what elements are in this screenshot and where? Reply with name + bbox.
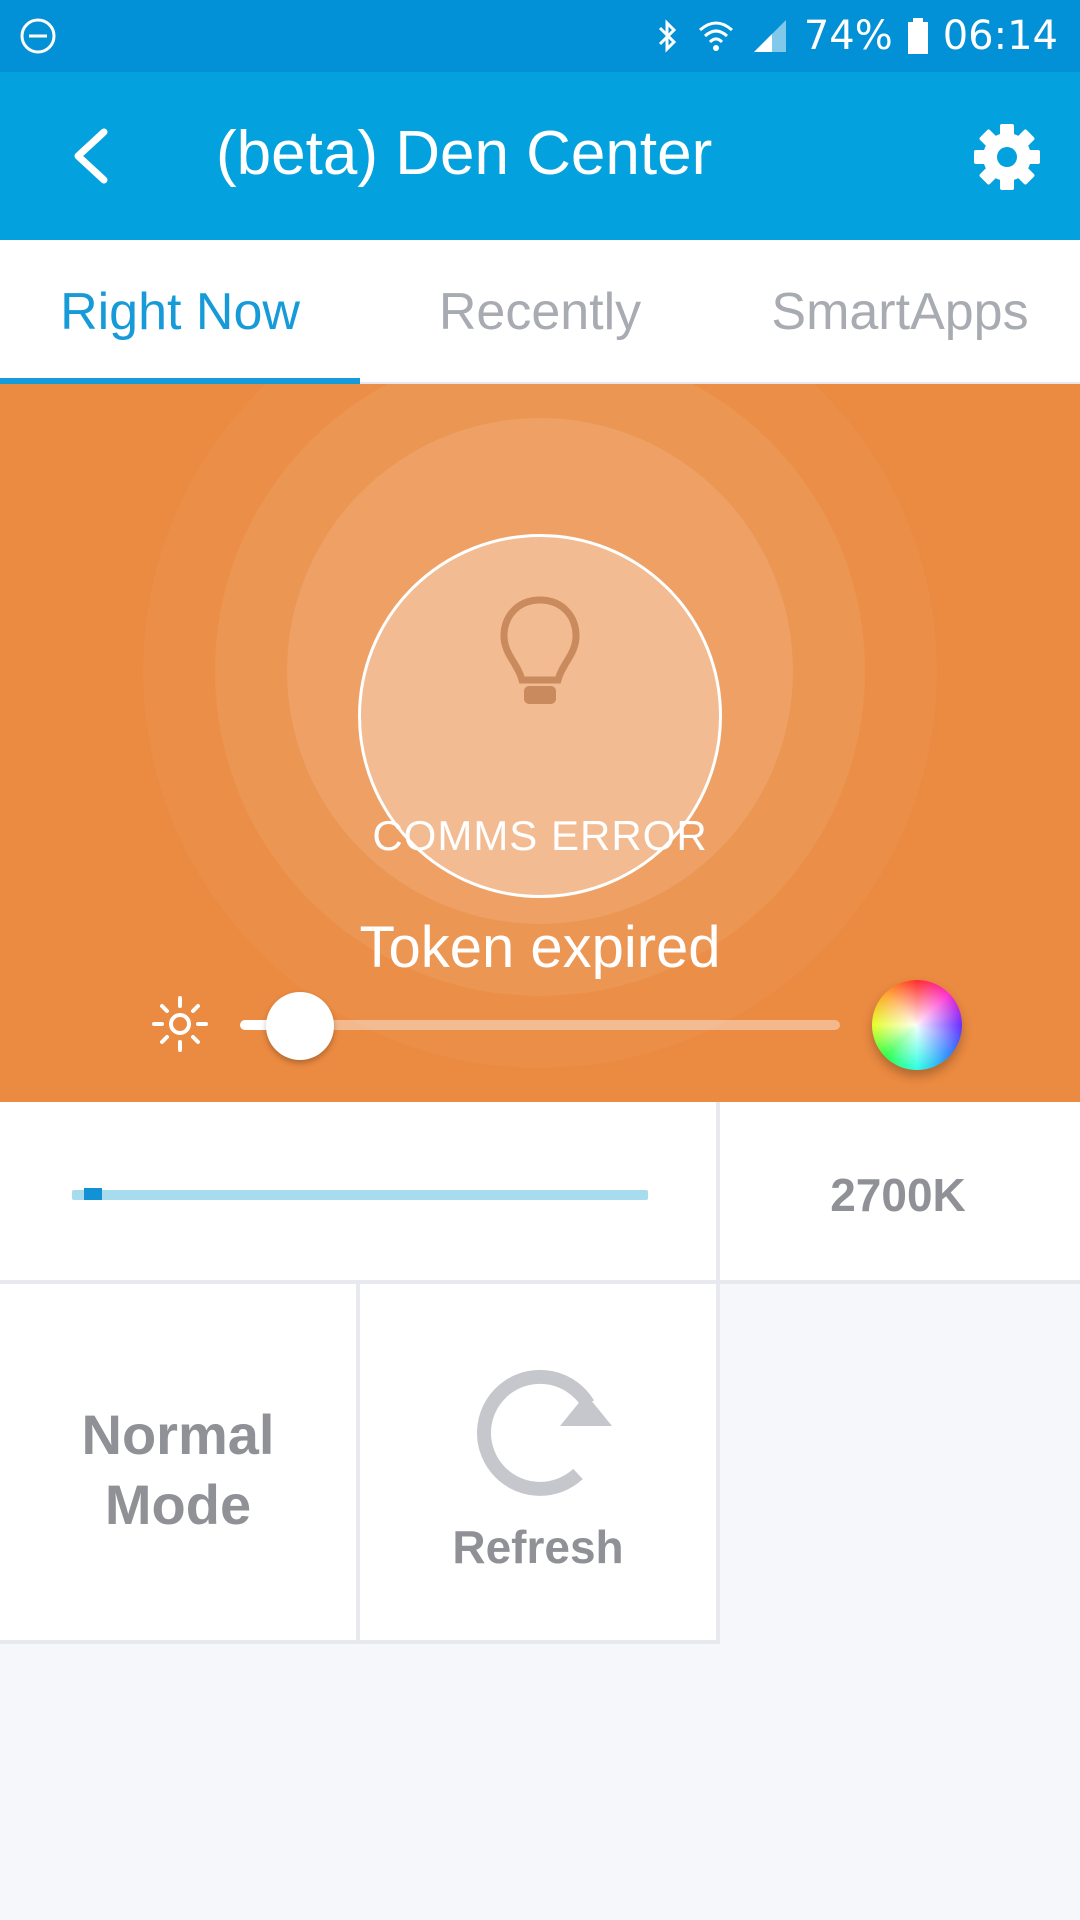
tab-smartapps-label: SmartApps [771,283,1029,341]
status-bar: 74% 06:14 [0,0,1080,72]
battery-percent: 74% [803,13,893,59]
wifi-icon [698,21,733,51]
app-root: 74% 06:14 (beta) Den Center Right Now Re… [0,0,1080,1920]
gear-icon[interactable] [972,122,1042,192]
brightness-slider-thumb[interactable] [266,992,334,1060]
color-temperature-slider[interactable] [72,1190,648,1200]
color-wheel-button[interactable] [872,980,962,1070]
bluetooth-icon [658,19,676,53]
status-right: 74% 06:14 [652,0,1058,72]
mode-label-line2: Mode [104,1473,252,1536]
refresh-label: Refresh [452,1521,624,1573]
do-not-disturb-icon [20,18,56,54]
brightness-icon [152,996,208,1052]
tab-bar: Right Now Recently SmartApps [0,240,1080,384]
color-temperature-slider-thumb[interactable] [83,1188,102,1200]
clock: 06:14 [942,13,1058,59]
refresh-icon [477,1369,612,1496]
light-bulb-icon [500,596,580,704]
tab-right-now-label: Right Now [60,283,300,341]
signal-icon [753,20,786,52]
device-status-text: COMMS ERROR [372,812,708,859]
color-temperature-tile [0,1102,720,1284]
tab-smartapps[interactable]: SmartApps [720,240,1080,384]
tab-right-now[interactable]: Right Now [0,240,360,384]
refresh-tile[interactable]: Refresh [360,1284,720,1644]
color-temperature-value: 2700K [830,1169,966,1221]
back-arrow-icon[interactable] [60,124,124,188]
app-bar: (beta) Den Center [0,72,1080,240]
device-status-message: Token expired [359,915,721,980]
tab-recently[interactable]: Recently [360,240,720,384]
mode-label-line1: Normal [81,1403,275,1466]
tab-recently-label: Recently [438,283,642,341]
normal-mode-tile[interactable]: Normal Mode [0,1284,360,1644]
battery-icon [907,18,928,54]
color-temperature-value-tile: 2700K [720,1102,1080,1284]
device-status-panel: COMMS ERROR Token expired [0,384,1080,1102]
page-title: (beta) Den Center [216,119,713,188]
mode-label: Normal Mode [0,1400,356,1540]
